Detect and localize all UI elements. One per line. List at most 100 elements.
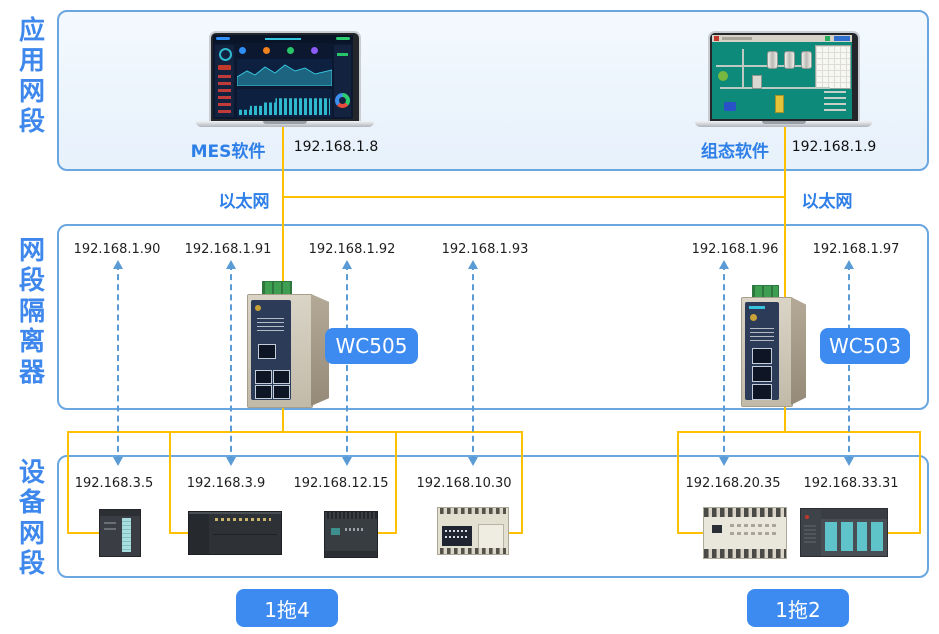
ethernet-port-icon [255, 370, 272, 384]
software-label-scada: 组态软件 [688, 137, 782, 162]
ip-mapping-arrow-2 [230, 264, 232, 462]
plc-power-module [189, 512, 209, 554]
lan-ip-6: 192.168.1.97 [806, 242, 906, 257]
gateway-model-badge-wc505: WC505 [325, 328, 418, 364]
section-label-isolator: 网段隔离器 [15, 236, 49, 388]
ip-mapping-arrow-5 [723, 264, 725, 462]
module-door [871, 522, 883, 551]
hmi-vessel-2 [784, 51, 795, 69]
module-door [857, 522, 867, 551]
ethernet-cable-stub-3 [376, 532, 397, 534]
plc-terminal-row [704, 549, 786, 558]
arrow-down-icon [113, 457, 123, 471]
section-label-application: 应用网段 [15, 16, 49, 138]
arrow-down-icon [468, 457, 478, 471]
plc-top-strip [100, 510, 140, 516]
ethernet-cable-stub-1 [67, 532, 100, 534]
arrow-down-icon [844, 457, 854, 471]
hmi-column [775, 95, 784, 113]
plc-terminal-row [215, 518, 271, 521]
hmi-green-indicator [718, 71, 728, 81]
antenna-connector-icon [750, 314, 757, 321]
ethernet-cable-backbone [282, 196, 786, 198]
ethernet-cable-stub-6 [884, 532, 921, 534]
ethernet-cable-branch-2 [169, 431, 171, 534]
antenna-connector-icon [255, 305, 261, 311]
ethernet-cable-bus-left [67, 431, 523, 433]
mes-kpi-dot-green [287, 47, 294, 54]
group-badge-1to2: 1拖2 [747, 589, 849, 627]
network-topology-diagram: 应用网段 网段隔离器 设备网段 [0, 0, 939, 634]
mes-bars [239, 91, 330, 115]
plc-display [331, 528, 340, 535]
plc-schneider-m221-image [324, 511, 378, 558]
ethernet-cable-stub-5 [677, 532, 704, 534]
ethernet-cable-branch-3 [395, 431, 397, 534]
plc-detail-dash [104, 522, 116, 524]
hmi-menu-dash [722, 37, 752, 40]
software-label-mes: MES软件 [182, 137, 274, 162]
module-door [841, 522, 853, 551]
plc-bottom-strip [325, 551, 377, 557]
hmi-valve-column [824, 91, 846, 115]
laptop-scada [695, 31, 872, 127]
mes-topbar-pill-left [216, 37, 230, 40]
plc-led-row [345, 528, 365, 531]
plc-terminal-row [704, 508, 786, 517]
gateway-front-panel [251, 300, 291, 400]
rack-psu-module [801, 509, 821, 556]
plc-delta-dvp-image [703, 507, 787, 559]
mes-topbar-pill-right [336, 37, 350, 40]
ethernet-label-left: 以太网 [208, 187, 280, 212]
plc-detail-dash [104, 528, 116, 530]
plc-led-row [730, 524, 778, 527]
ethernet-port-icon [752, 348, 772, 364]
module-door [825, 522, 837, 551]
hmi-tank-small [752, 75, 762, 89]
hmi-btn-red [714, 36, 719, 41]
ip-label-mes: 192.168.1.8 [288, 139, 384, 155]
arrow-up-icon [342, 255, 352, 269]
plc-connector-row [325, 512, 377, 519]
mes-bar-chart [237, 89, 332, 117]
mes-kpi-dot-orange [263, 47, 270, 54]
plc-face-panel [442, 526, 472, 546]
plc-led-row [445, 530, 467, 532]
plc-io-cover [478, 524, 504, 550]
panel-label-text [257, 318, 284, 333]
group-badge-1to4: 1拖4 [236, 589, 338, 627]
plc-siemens-et200-image [99, 509, 141, 557]
ethernet-port-icon [258, 344, 276, 359]
gateway-model-badge-wc503: WC503 [820, 328, 910, 364]
ip-mapping-arrow-4 [472, 264, 474, 462]
ethernet-label-right: 以太网 [791, 187, 863, 212]
arrow-down-icon [719, 457, 729, 471]
hmi-pump-icon [724, 102, 736, 111]
mes-dashboard-screen-image [213, 35, 353, 119]
ethernet-port-icon [255, 385, 272, 399]
wc505-gateway-image [247, 281, 337, 407]
ethernet-cable-branch-6 [919, 431, 921, 534]
ethernet-port-icon [273, 385, 290, 399]
laptop-base [196, 121, 374, 127]
device-ip-5: 192.168.20.35 [683, 476, 783, 491]
hmi-vessel-1 [767, 51, 778, 69]
ethernet-port-icon [752, 384, 772, 400]
plc-groove [213, 534, 277, 535]
plc-mitsubishi-fx-image [437, 507, 509, 555]
plc-top-edge [189, 512, 281, 514]
arrow-up-icon [113, 255, 123, 269]
mes-sidebar [215, 45, 234, 117]
device-ip-2: 192.168.3.9 [176, 476, 276, 491]
mes-gauge-icon [219, 48, 232, 61]
device-ip-6: 192.168.33.31 [801, 476, 901, 491]
ip-label-scada: 192.168.1.9 [786, 139, 882, 155]
arrow-down-icon [226, 457, 236, 471]
gateway-side [791, 297, 806, 405]
plc-siemens-s7300-rack-image [800, 508, 888, 557]
plc-siemens-s7200-image [188, 511, 282, 555]
mes-title-dash [265, 38, 301, 40]
ethernet-port-icon [752, 366, 772, 382]
plc-led-row [730, 532, 778, 535]
mes-status-dash [337, 53, 348, 56]
